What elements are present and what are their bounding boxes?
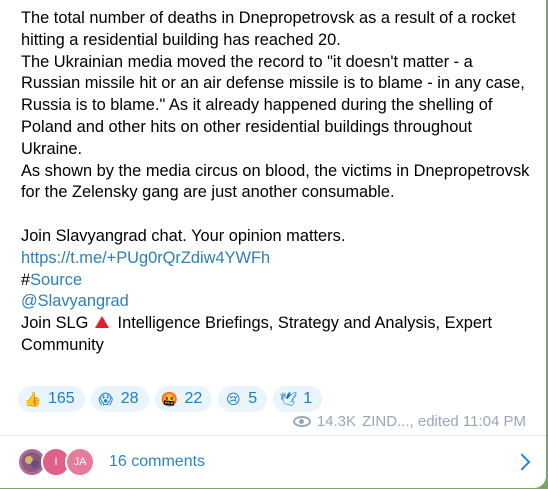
- paragraph-deaths: The total number of deaths in Dnepropetr…: [21, 9, 516, 49]
- eye-icon: [292, 416, 311, 427]
- reaction-cry[interactable]: 😢 5: [218, 386, 268, 412]
- message-text: The total number of deaths in Dnepropetr…: [21, 8, 536, 357]
- reaction-count: 28: [120, 390, 139, 407]
- reaction-count: 165: [48, 390, 75, 407]
- comments-count-label: 16 comments: [109, 453, 206, 470]
- reaction-thumbs-up[interactable]: 👍 165: [18, 386, 85, 412]
- crying-face-icon: 😢: [225, 390, 241, 407]
- message-bubble: The total number of deaths in Dnepropetr…: [0, 0, 546, 488]
- paragraph-victims: As shown by the media circus on blood, t…: [21, 161, 530, 202]
- reactions-bar: 👍 165 😱 28 🤬 22 😢 5 🕊 1: [18, 386, 323, 412]
- hashtag-source[interactable]: Source: [30, 271, 82, 289]
- reaction-angry[interactable]: 🤬 22: [154, 386, 213, 412]
- dove-icon: 🕊: [279, 390, 298, 407]
- avatar-letter: JA: [73, 456, 87, 468]
- comments-button[interactable]: I JA 16 comments: [17, 445, 531, 479]
- scream-face-icon: 😱: [98, 390, 113, 407]
- message-meta: 14.3K ZIND..., edited 11:04 PM: [292, 413, 526, 430]
- join-slg-line: Join SLG Intelligence Briefings, Strateg…: [21, 313, 536, 357]
- invite-link[interactable]: https://t.me/+PUg0rQrZdiw4YWFh: [21, 249, 270, 267]
- avatar-image-icon: [22, 452, 42, 472]
- view-count: 14.3K: [316, 413, 357, 430]
- paragraph-media: The Ukrainian media moved the record to …: [21, 52, 525, 158]
- avatar-letter: I: [54, 456, 58, 468]
- reaction-count: 22: [184, 390, 203, 407]
- reaction-dove[interactable]: 🕊 1: [273, 386, 323, 412]
- join-chat-text: Join Slavyangrad chat. Your opinion matt…: [21, 226, 346, 245]
- signature-edited-time: ZIND..., edited 11:04 PM: [362, 413, 526, 430]
- join-slg-suffix: Intelligence Briefings, Strategy and Ana…: [21, 314, 493, 354]
- angry-face-icon: 🤬: [160, 390, 179, 407]
- reaction-count: 5: [248, 390, 258, 407]
- chevron-right-icon: [513, 453, 531, 471]
- comments-divider: [0, 435, 546, 436]
- reaction-scream[interactable]: 😱 28: [90, 386, 149, 412]
- reaction-count: 1: [303, 390, 313, 407]
- thumbs-up-icon: 👍: [24, 390, 42, 407]
- mention-slavyangrad[interactable]: @Slavyangrad: [21, 292, 129, 310]
- hashtag-symbol: #: [21, 270, 31, 289]
- join-slg-prefix: Join SLG: [21, 314, 89, 333]
- avatar: JA: [65, 447, 95, 477]
- red-triangle-icon: [94, 316, 109, 329]
- commenter-avatars: I JA: [17, 447, 95, 477]
